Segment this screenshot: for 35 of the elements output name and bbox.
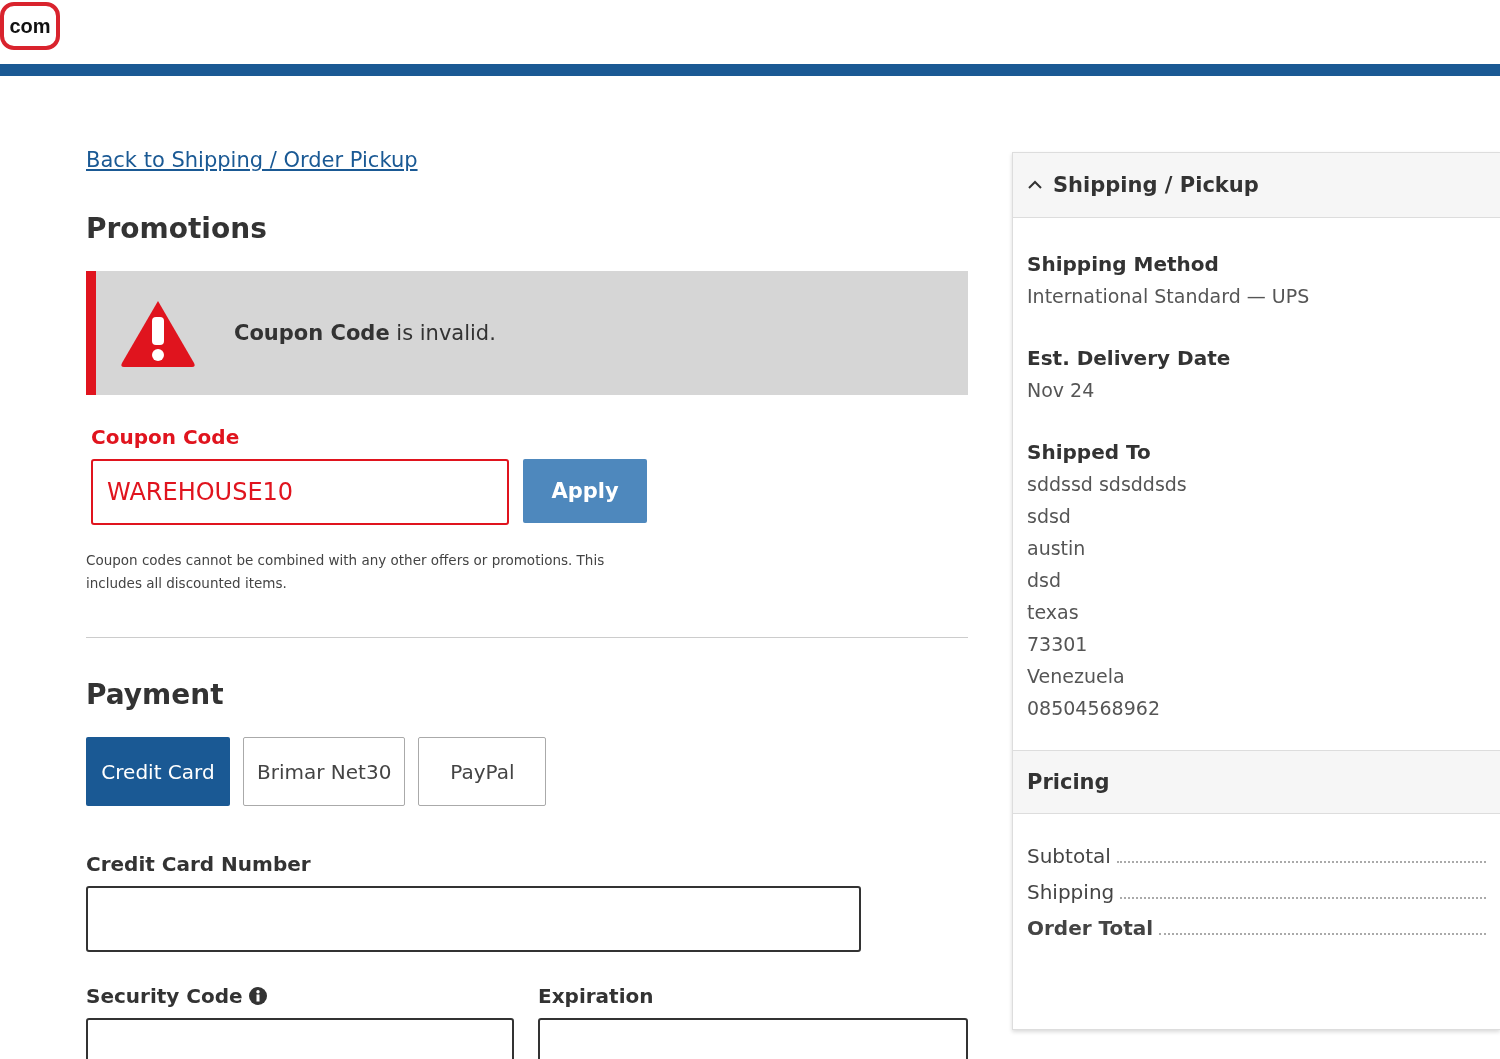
- field-label: Expiration: [538, 984, 655, 1008]
- detail-label: Shipped To: [1027, 439, 1152, 466]
- detail-value: Venezuela: [1027, 664, 1126, 689]
- payment-method-tab[interactable]: PayPal: [418, 737, 547, 806]
- detail-value: Nov 24: [1027, 378, 1096, 403]
- detail-value: 08504568962: [1027, 696, 1161, 721]
- detail-value: sddssd sdsddsds: [1027, 472, 1188, 497]
- detail-value: 73301: [1027, 632, 1089, 657]
- detail-value: sdsd: [1027, 504, 1072, 529]
- coupon-field[interactable]: WAREHOUSE10: [91, 459, 509, 525]
- detail-value: austin: [1027, 536, 1087, 561]
- section-title: Payment: [86, 678, 225, 711]
- payment-method-tab[interactable]: Credit Card: [86, 737, 230, 806]
- price-label: Shipping: [1027, 880, 1115, 904]
- pricing-header: Pricing: [1013, 750, 1500, 814]
- back-link[interactable]: Back to Shipping / Order Pickup: [86, 148, 418, 172]
- card-number-field[interactable]: [86, 886, 861, 952]
- shipping-accordion-header[interactable]: Shipping / Pickup: [1013, 153, 1500, 218]
- field-label: Coupon Code: [91, 425, 241, 449]
- coupon-note: Coupon codes cannot be combined with any other offers or promotions. This includes all discounted items.: [86, 551, 606, 593]
- detail-value: texas: [1027, 600, 1080, 625]
- detail-label: Shipping Method: [1027, 251, 1220, 278]
- price-label: Subtotal: [1027, 844, 1111, 868]
- logo[interactable]: com: [0, 2, 60, 50]
- alert-message: Coupon Code is invalid.: [234, 321, 496, 345]
- apply-button[interactable]: Apply: [523, 459, 647, 523]
- detail-value: International Standard — UPS: [1027, 284, 1311, 309]
- info-icon[interactable]: [248, 987, 267, 1005]
- payment-method-tab[interactable]: Brimar Net30: [243, 737, 406, 806]
- detail-label: Est. Delivery Date: [1027, 345, 1232, 372]
- price-label: Order Total: [1027, 916, 1154, 940]
- section-title: Promotions: [86, 212, 268, 245]
- field-label: Security Code: [86, 984, 243, 1008]
- detail-value: dsd: [1027, 568, 1063, 593]
- field-label: Credit Card Number: [86, 852, 312, 876]
